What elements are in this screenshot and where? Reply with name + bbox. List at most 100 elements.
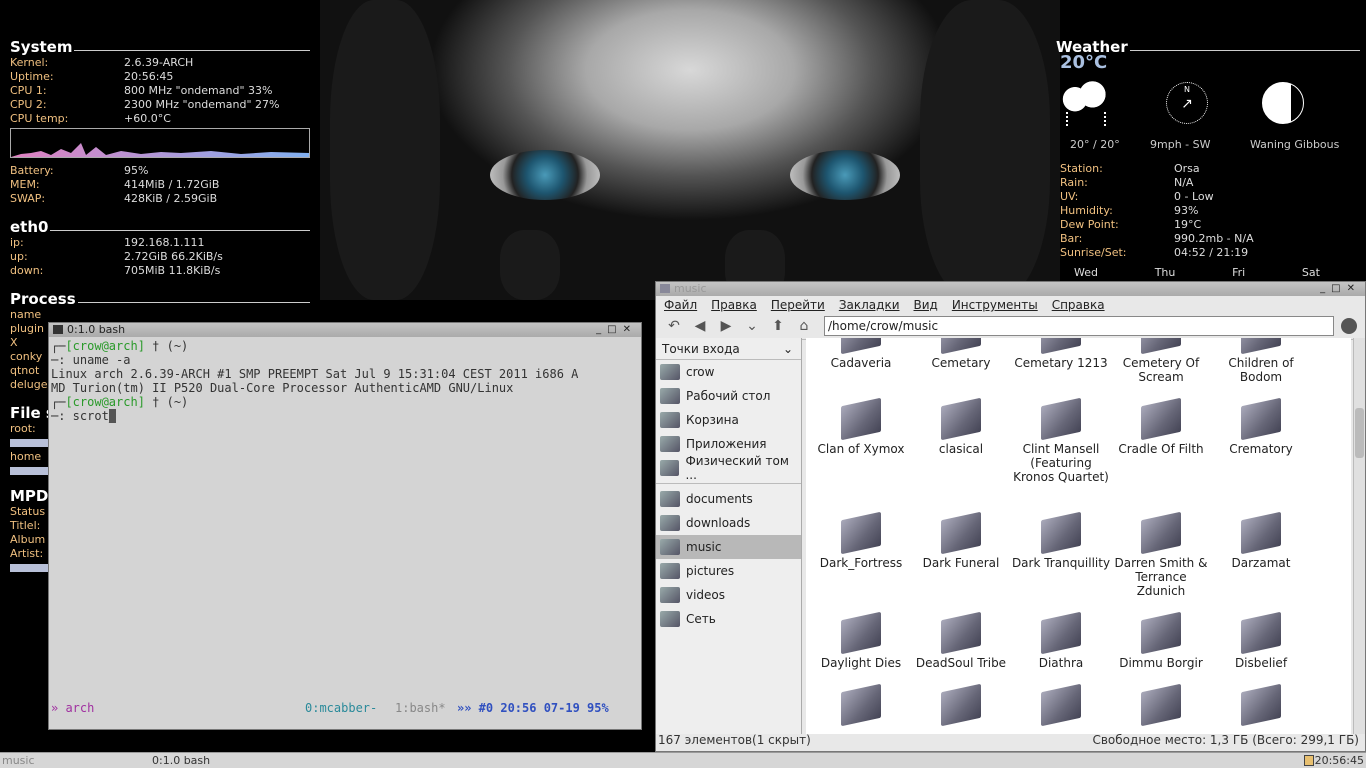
sidebar-bookmark[interactable]: downloads xyxy=(656,511,801,535)
folder-item[interactable]: Disbelief xyxy=(1211,611,1311,670)
status-window-1[interactable]: 1:bash* xyxy=(395,701,446,715)
fm-window-controls[interactable]: _□✕ xyxy=(1320,282,1361,296)
menu-item[interactable]: Перейти xyxy=(771,298,825,312)
go-icon[interactable] xyxy=(1341,318,1357,334)
menu-item[interactable]: Правка xyxy=(711,298,757,312)
history-dropdown-icon[interactable]: ⌄ xyxy=(742,318,762,336)
folder-item[interactable] xyxy=(1011,683,1111,728)
sidebar-place[interactable]: Рабочий стол xyxy=(656,384,801,408)
cursor: _ xyxy=(108,409,117,423)
folder-icon xyxy=(1241,511,1281,555)
folder-item[interactable]: Daylight Dies xyxy=(811,611,911,670)
folder-item[interactable]: Clint Mansell (Featuring Kronos Quartet) xyxy=(1011,397,1111,484)
folder-item[interactable] xyxy=(811,683,911,728)
folder-icon xyxy=(841,397,881,441)
folder-item[interactable]: Dark Funeral xyxy=(911,511,1011,570)
sidebar-place[interactable]: Приложения xyxy=(656,432,801,456)
folder-name: Crematory xyxy=(1229,442,1293,456)
folder-item[interactable]: clasical xyxy=(911,397,1011,456)
conky-key: Rain: xyxy=(1060,176,1088,189)
terminal-titlebar[interactable]: 0:1.0 bash _□✕ xyxy=(49,323,641,337)
folder-icon xyxy=(1041,683,1081,727)
tray-icon[interactable] xyxy=(1304,755,1314,766)
folder-icon xyxy=(841,338,881,355)
menu-item[interactable]: Закладки xyxy=(839,298,900,312)
folder-icon xyxy=(941,683,981,727)
sidebar-bookmark[interactable]: music xyxy=(656,535,801,559)
menu-item[interactable]: Инструменты xyxy=(952,298,1038,312)
folder-icon xyxy=(1041,338,1081,355)
folder-item[interactable]: Crematory xyxy=(1211,397,1311,456)
folder-name: Cemetary 1213 xyxy=(1014,356,1108,370)
scrollbar-thumb[interactable] xyxy=(1355,408,1364,458)
menu-item[interactable]: Вид xyxy=(914,298,938,312)
weather-range: 20° / 20° xyxy=(1070,138,1120,151)
wallpaper-eye-right xyxy=(790,150,900,200)
home-icon[interactable]: ⌂ xyxy=(794,318,814,336)
folder-item[interactable]: Children of Bodom xyxy=(1211,338,1311,384)
folder-item[interactable] xyxy=(1111,683,1211,728)
folder-item[interactable]: Cradle Of Filth xyxy=(1111,397,1211,456)
up-icon[interactable]: ⬆ xyxy=(768,318,788,336)
wallpaper-finger-left xyxy=(500,230,560,300)
folder-item[interactable]: Cemetary xyxy=(911,338,1011,370)
sidebar-bookmark[interactable]: Сеть xyxy=(656,607,801,631)
folder-item[interactable]: Diathra xyxy=(1011,611,1111,670)
folder-item[interactable]: Darzamat xyxy=(1211,511,1311,570)
task-terminal[interactable]: 0:1.0 bash xyxy=(152,753,210,768)
terminal-output[interactable]: ┌─[crow@arch] † (~) ─: uname -a Linux ar… xyxy=(49,337,641,423)
place-icon xyxy=(660,412,680,428)
window-controls[interactable]: _□✕ xyxy=(596,323,637,337)
forward-icon[interactable]: ▶ xyxy=(716,318,736,336)
folder-item[interactable]: Dark Tranquillity xyxy=(1011,511,1111,570)
conky-value: 2.6.39-ARCH xyxy=(124,56,194,69)
conky-row: Bar: 990.2mb - N/A xyxy=(1060,232,1360,246)
conky-value: 19°C xyxy=(1174,218,1202,231)
folder-icon xyxy=(1141,611,1181,655)
conky-value: 93% xyxy=(1174,204,1199,217)
menu-item[interactable]: Файл xyxy=(664,298,697,312)
folder-item[interactable] xyxy=(911,683,1011,728)
folder-item[interactable]: Cadaveria xyxy=(811,338,911,370)
command-2: ─: scrot xyxy=(51,409,109,423)
folder-icon xyxy=(941,397,981,441)
undo-icon[interactable]: ↶ xyxy=(664,318,684,336)
folder-name: Dark_Fortress xyxy=(819,556,903,570)
folder-icon xyxy=(941,511,981,555)
fm-titlebar[interactable]: music _□✕ xyxy=(656,282,1365,296)
menu-item[interactable]: Справка xyxy=(1052,298,1105,312)
folder-item[interactable]: DeadSoul Tribe xyxy=(911,611,1011,670)
folder-item[interactable]: Cemetary 1213 xyxy=(1011,338,1111,370)
wallpaper-hand-left xyxy=(330,0,440,300)
conky-value: 20:56:45 xyxy=(124,70,174,83)
folder-name: Darzamat xyxy=(1231,556,1291,570)
sidebar-place[interactable]: crow xyxy=(656,360,801,384)
status-window-0[interactable]: 0:mcabber- xyxy=(305,701,377,715)
back-icon[interactable]: ◀ xyxy=(690,318,710,336)
chevron-down-icon[interactable]: ⌄ xyxy=(783,338,793,360)
file-manager-window[interactable]: music _□✕ Файл Правка Перейти Закладки Вид Ин… xyxy=(655,281,1366,752)
task-music[interactable]: music xyxy=(2,753,35,768)
conky-row: Kernel: 2.6.39-ARCH xyxy=(10,56,310,70)
folder-item[interactable]: Dark_Fortress xyxy=(811,511,911,570)
terminal-window[interactable]: 0:1.0 bash _□✕ ┌─[crow@arch] † (~) ─: un… xyxy=(48,322,642,730)
sidebar-bookmark[interactable]: videos xyxy=(656,583,801,607)
folder-item[interactable] xyxy=(1211,683,1311,728)
sidebar-place[interactable]: Физический том ... xyxy=(656,454,801,482)
conky-key: Kernel: xyxy=(10,56,49,69)
conky-key: CPU 1: xyxy=(10,84,47,97)
sidebar-bookmark[interactable]: pictures xyxy=(656,559,801,583)
sidebar-bookmark[interactable]: documents xyxy=(656,487,801,511)
folder-item[interactable]: Darren Smith & Terrance Zdunich xyxy=(1111,511,1211,598)
folder-item[interactable]: Clan of Xymox xyxy=(811,397,911,456)
folder-icon xyxy=(1041,611,1081,655)
cpu-graph xyxy=(10,128,310,158)
sidebar-place[interactable]: Корзина xyxy=(656,408,801,432)
places-header[interactable]: Точки входа ⌄ xyxy=(656,338,801,360)
conky-row: UV: 0 - Low xyxy=(1060,190,1360,204)
folder-item[interactable]: Dimmu Borgir xyxy=(1111,611,1211,670)
conky-key: MEM: xyxy=(10,178,40,191)
folder-item[interactable]: Cemetery Of Scream xyxy=(1111,338,1211,384)
vertical-scrollbar[interactable] xyxy=(1353,338,1365,734)
address-bar[interactable]: /home/crow/music xyxy=(824,316,1334,336)
